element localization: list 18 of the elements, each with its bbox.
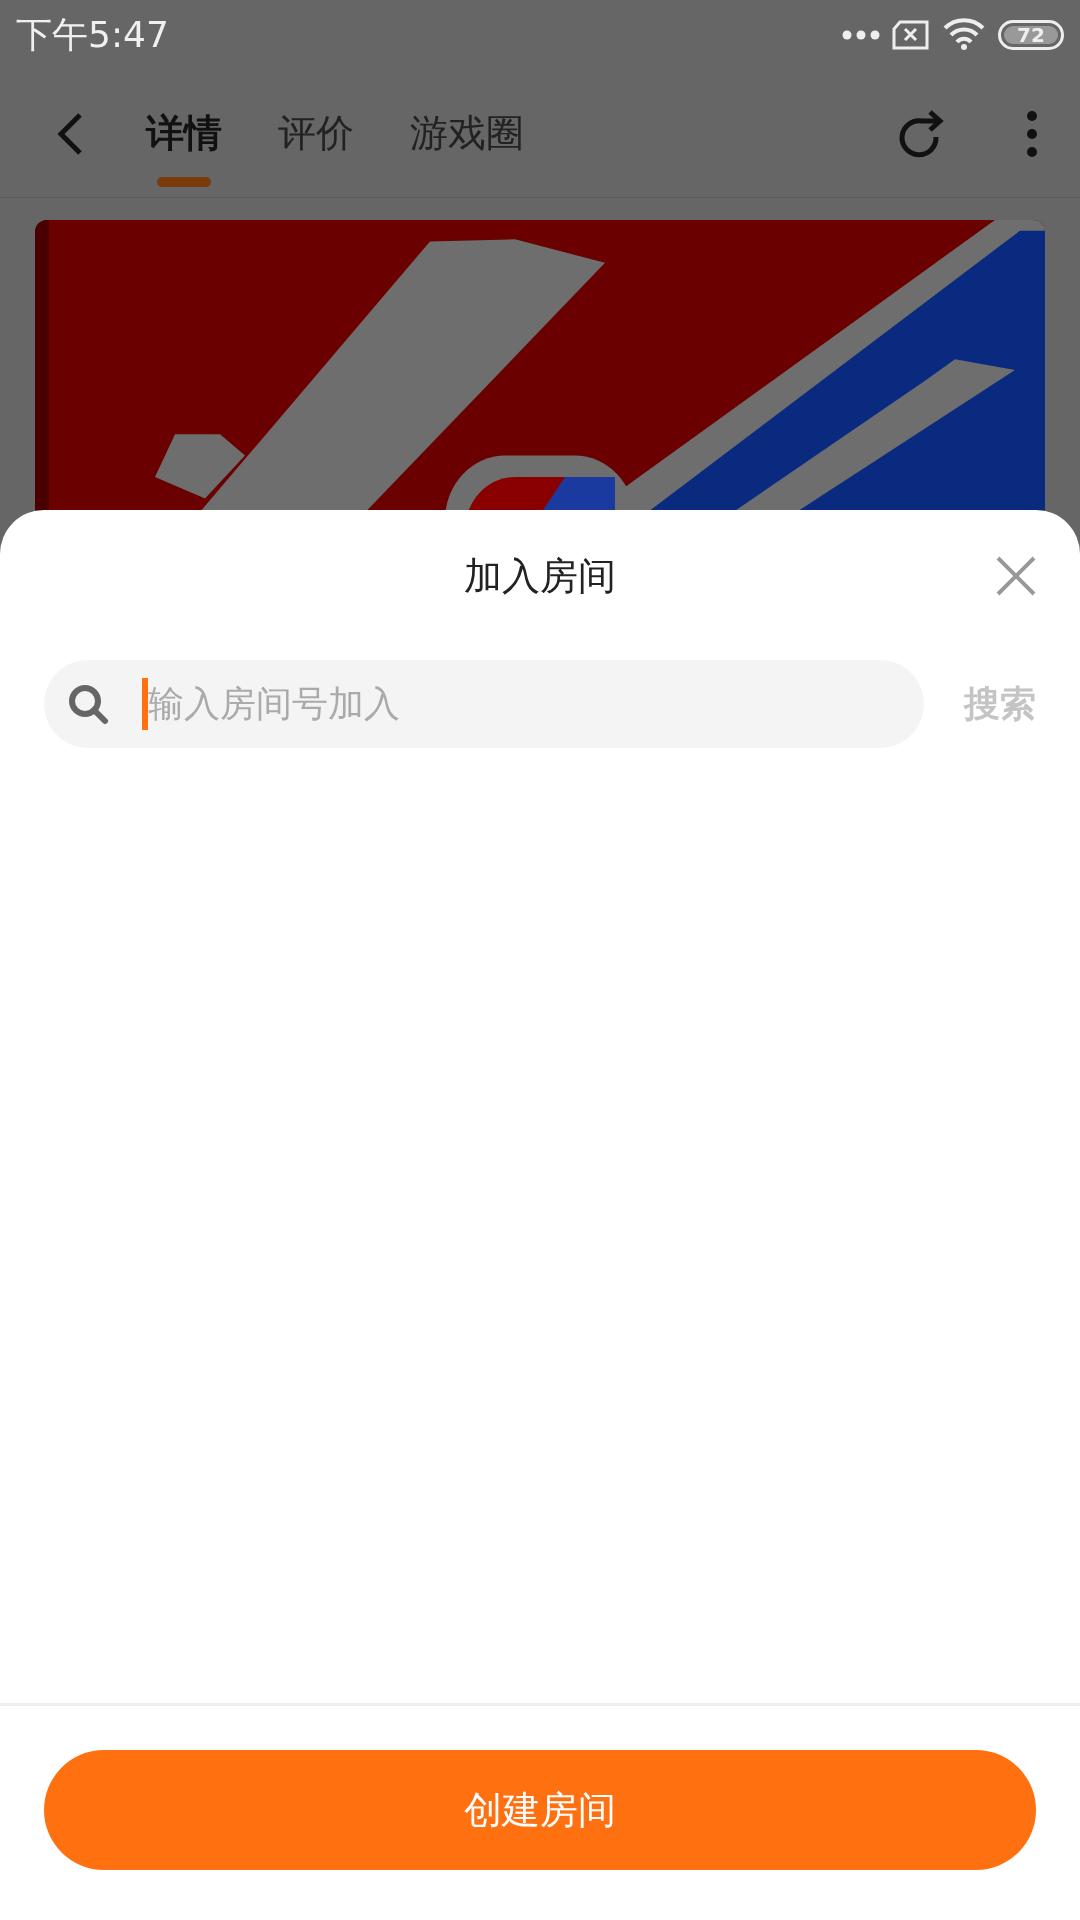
status-time: 下午5:47 <box>16 13 169 57</box>
close-icon <box>996 556 1036 596</box>
tab[interactable]: 游戏圈 <box>410 70 524 197</box>
sim-blocked-icon <box>892 20 930 50</box>
battery-icon: 72 <box>998 20 1064 50</box>
more-icon[interactable] <box>1026 109 1038 158</box>
search-field[interactable]: 输入房间号加入 <box>44 660 924 748</box>
search-button[interactable]: 搜索 <box>964 677 1036 731</box>
back-icon[interactable] <box>56 111 84 156</box>
more-icon <box>842 29 880 41</box>
dialog-title: 加入房间 <box>464 552 616 600</box>
tab[interactable]: 详情 <box>146 70 222 197</box>
search-icon <box>66 682 110 726</box>
create-room-button[interactable]: 创建房间 <box>44 1750 1036 1870</box>
wifi-icon <box>942 17 986 53</box>
tab[interactable]: 评价 <box>278 70 354 197</box>
search-input[interactable]: 输入房间号加入 <box>148 677 924 731</box>
close-button[interactable] <box>994 554 1038 598</box>
